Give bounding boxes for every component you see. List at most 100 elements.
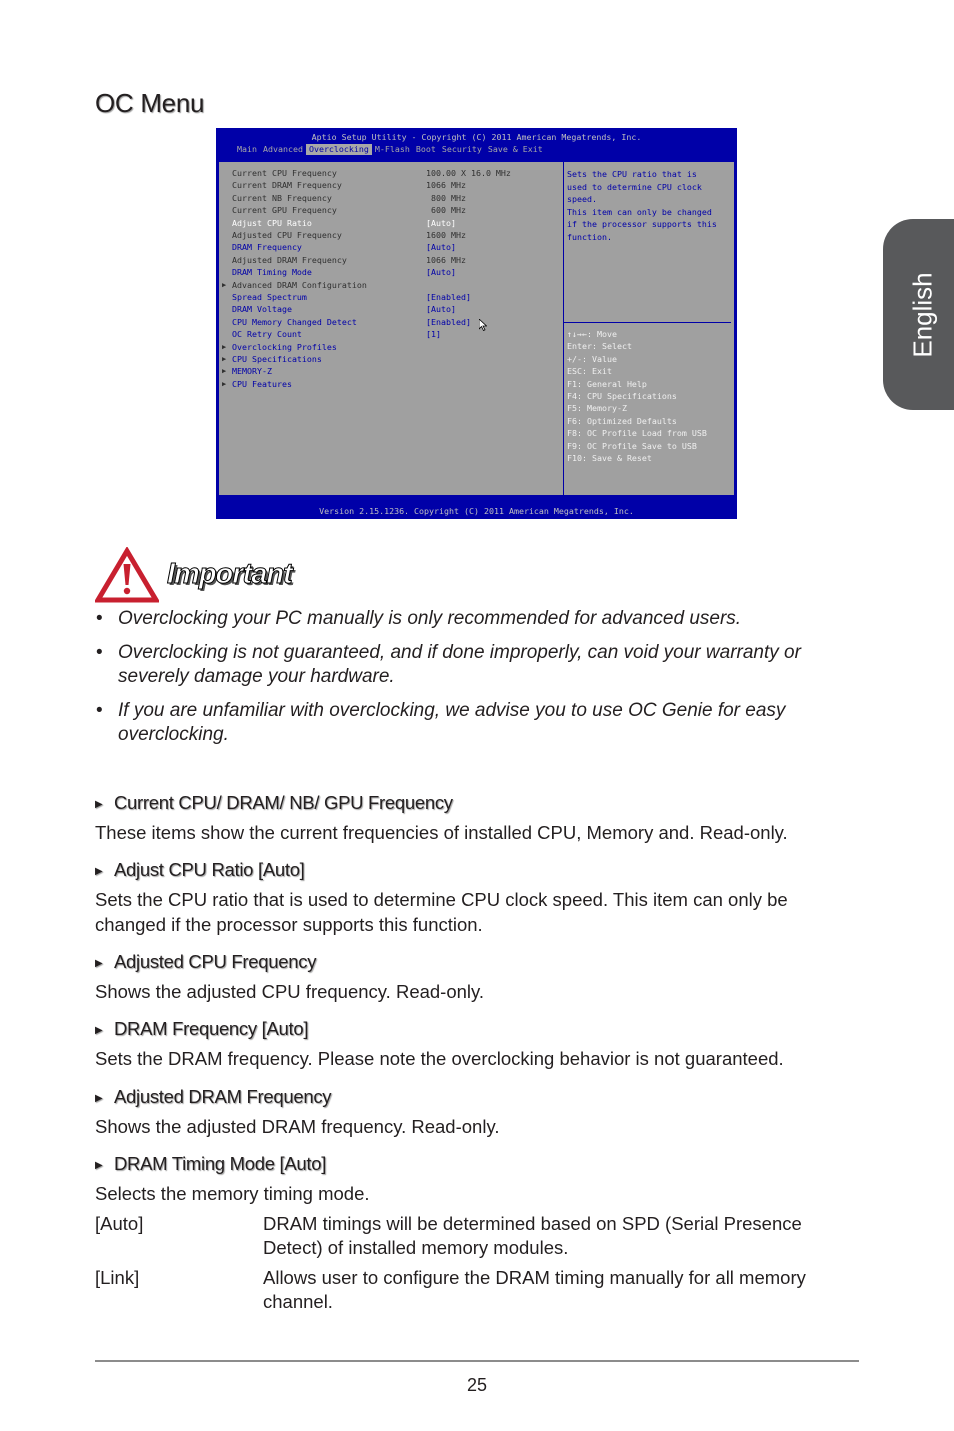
triangle-bullet-icon: ▶ <box>95 1160 103 1171</box>
language-label: English <box>907 271 938 358</box>
bios-setting-label: CPU Features <box>232 378 292 389</box>
bios-tab-advanced: Advanced <box>262 144 303 154</box>
triangle-bullet-icon: ▶ <box>95 866 103 877</box>
help-line: speed. <box>567 194 597 204</box>
section-heading: ▶ Adjusted CPU Frequency <box>95 951 860 975</box>
bios-setting-label: Overclocking Profiles <box>232 341 337 352</box>
help-line: used to determine CPU clock <box>567 181 702 192</box>
bios-tab-boot: Boot <box>415 144 436 154</box>
bios-tab-m-flash: M-Flash <box>374 144 410 154</box>
key-legend-line: F9: OC Profile Save to USB <box>567 440 697 451</box>
bios-setting-value: 600 MHz <box>426 205 466 216</box>
bios-setting-label: Current CPU Frequency <box>232 168 337 178</box>
triangle-bullet-icon: ▶ <box>95 1093 103 1104</box>
bios-setting-label: OC Retry Count <box>232 329 302 340</box>
help-line: if the processor supports this <box>567 219 717 229</box>
bios-tab-save-exit: Save & Exit <box>487 144 543 154</box>
section-heading: ▶ DRAM Timing Mode [Auto] <box>95 1153 860 1177</box>
option-row-link: [Link] Allows user to configure the DRAM… <box>95 1266 860 1315</box>
bios-setting-value: [Auto] <box>426 242 456 253</box>
option-key: [Auto] <box>95 1212 144 1234</box>
section-adjust-cpu-ratio: ▶ Adjust CPU Ratio [Auto] Sets the CPU ra… <box>95 859 860 937</box>
bios-screenshot: Aptio Setup Utility - Copyright (C) 2011… <box>216 128 737 519</box>
section-adjusted-dram-frequency: ▶ Adjusted DRAM Frequency Shows the adjus… <box>95 1086 860 1140</box>
footer-divider <box>95 1360 859 1362</box>
option-description: DRAM timings will be determined based on… <box>263 1212 802 1259</box>
bullet-item: • Overclocking is not guaranteed, and if … <box>96 642 801 687</box>
key-legend-line: F4: CPU Specifications <box>567 391 677 402</box>
bullet-item: • Overclocking your PC manually is only r… <box>96 608 742 629</box>
bios-setting-label: Current GPU Frequency <box>232 205 337 216</box>
warning-triangle-icon <box>95 547 159 603</box>
bios-help-text: Sets the CPU ratio that is used to determ… <box>567 168 717 243</box>
option-description: Allows user to configure the DRAM timing… <box>263 1266 806 1313</box>
triangle-bullet-icon: ▶ <box>95 958 103 969</box>
section-dram-timing-mode: ▶ DRAM Timing Mode [Auto] Selects the mem… <box>95 1153 860 1315</box>
submenu-arrow-icon: ▶ <box>222 342 227 351</box>
section-heading: ▶ Adjust CPU Ratio [Auto] <box>95 859 860 883</box>
submenu-arrow-icon: ▶ <box>222 280 227 289</box>
key-legend-line: F8: OC Profile Load from USB <box>567 428 707 439</box>
submenu-arrow-icon: ▶ <box>222 367 227 376</box>
key-legend-line: F10: Save & Reset <box>567 453 652 464</box>
bios-setting-value: 1066 MHz <box>426 254 466 265</box>
help-line: Sets the CPU ratio that is <box>567 169 697 179</box>
bios-setting-value: 100.00 X 16.0 MHz <box>426 168 511 178</box>
section-body: Shows the adjusted CPU frequency. Read-o… <box>95 981 485 1002</box>
bios-footer: Version 2.15.1236. Copyright (C) 2011 Am… <box>319 506 634 516</box>
bios-tab-bar: Main Advanced Overclocking M-Flash Boot … <box>234 144 546 155</box>
option-key: [Link] <box>95 1266 140 1288</box>
bios-setting-label: Current DRAM Frequency <box>232 180 342 191</box>
bios-tab-overclocking: Overclocking <box>305 144 372 155</box>
help-line: This item can only be changed <box>567 206 712 217</box>
bios-help-panel: Sets the CPU ratio that is used to determ… <box>564 162 734 495</box>
key-legend-line: Enter: Select <box>567 341 632 352</box>
bios-setting-value: [Enabled] <box>426 316 471 327</box>
key-legend-line: F5: Memory-Z <box>567 403 627 414</box>
key-legend-line: F6: Optimized Defaults <box>567 415 677 426</box>
bios-setting-label: Adjusted DRAM Frequency <box>232 254 347 265</box>
help-divider <box>564 322 731 323</box>
submenu-arrow-icon: ▶ <box>222 355 227 363</box>
language-side-tab: English <box>883 219 954 410</box>
bios-setting-label: CPU Specifications <box>232 354 322 364</box>
section-adjusted-cpu-frequency: ▶ Adjusted CPU Frequency Shows the adjust… <box>95 951 860 1005</box>
bios-setting-value: [1] <box>426 329 441 340</box>
bios-setting-value: 1066 MHz <box>426 180 466 191</box>
page-title: OC Menu <box>95 88 205 118</box>
bios-setting-label: MEMORY-Z <box>232 366 272 377</box>
bios-setting-value: [Auto] <box>426 304 456 315</box>
section-body: Shows the adjusted DRAM frequency. Read-… <box>95 1116 500 1137</box>
bullet-item: • If you are unfamiliar with overclocking… <box>96 700 786 745</box>
bios-body: Current CPU Frequency 100.00 X 16.0 MHz Cu… <box>218 161 735 496</box>
help-line: function. <box>567 231 612 242</box>
mouse-cursor-icon <box>479 319 487 331</box>
section-heading: ▶ DRAM Frequency [Auto] <box>95 1018 860 1042</box>
page-number: 25 <box>466 1375 488 1395</box>
important-heading: Important <box>167 558 294 591</box>
triangle-bullet-icon: ▶ <box>95 1025 103 1036</box>
bios-setting-label: Spread Spectrum <box>232 292 307 302</box>
bios-tab-main: Main <box>237 144 257 154</box>
section-current-frequency: ▶ Current CPU/ DRAM/ NB/ GPU Frequency Th… <box>95 792 860 846</box>
important-bullet-list: • Overclocking your PC manually is only r… <box>95 607 865 757</box>
key-legend-line: F1: General Help <box>567 378 647 389</box>
bios-setting-label: DRAM Voltage <box>232 304 292 315</box>
section-body: Sets the CPU ratio that is used to deter… <box>95 889 788 935</box>
section-body: Sets the DRAM frequency. Please note the… <box>95 1048 784 1069</box>
bios-setting-label: Current NB Frequency <box>232 192 332 203</box>
bios-setting-value: 1600 MHz <box>426 230 466 240</box>
bios-title: Aptio Setup Utility - Copyright (C) 2011… <box>311 132 642 142</box>
bios-settings-panel: Current CPU Frequency 100.00 X 16.0 MHz Cu… <box>219 162 564 495</box>
submenu-arrow-icon: ▶ <box>222 379 227 388</box>
bios-setting-label: Advanced DRAM Configuration <box>232 279 367 290</box>
bios-setting-value: [Auto] <box>426 217 456 228</box>
bios-setting-label: DRAM Timing Mode <box>232 267 312 278</box>
section-body: These items show the current frequencies… <box>95 822 788 843</box>
section-heading: ▶ Current CPU/ DRAM/ NB/ GPU Frequency <box>95 792 860 816</box>
bios-tab-security: Security <box>441 144 482 154</box>
bios-setting-value: [Auto] <box>426 267 456 278</box>
bios-setting-label: Adjusted CPU Frequency <box>232 230 342 240</box>
bios-key-legend: ↑↓→←: Move Enter: Select +/-: Value ESC: Ex… <box>567 328 707 464</box>
bios-setting-value: 800 MHz <box>426 192 466 203</box>
